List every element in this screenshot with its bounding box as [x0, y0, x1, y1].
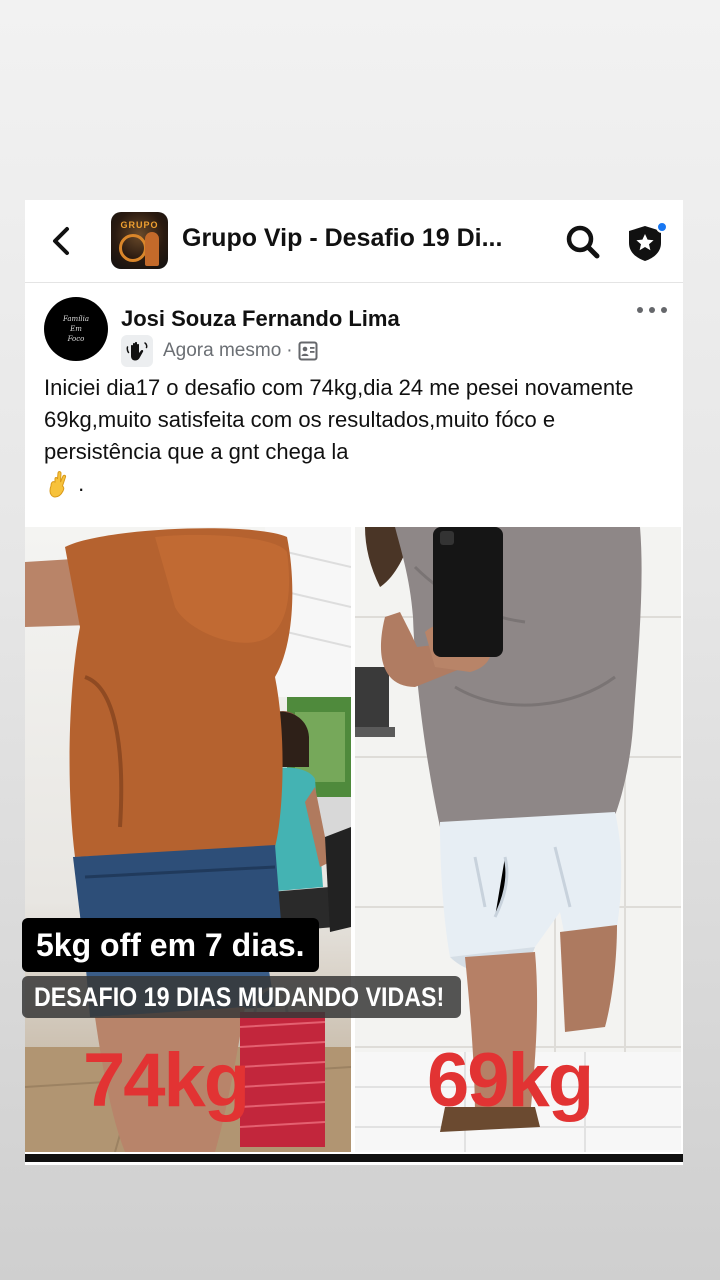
post-text-end: .	[78, 471, 85, 496]
more-horizontal-icon	[637, 307, 643, 313]
chevron-left-icon	[53, 227, 69, 255]
post-time[interactable]: Agora mesmo	[163, 340, 281, 362]
post-photo[interactable]: 74kg 69kg	[25, 527, 683, 1165]
admin-shield-button[interactable]	[625, 220, 669, 264]
post-body: Iniciei dia17 o desafio com 74kg,dia 24 …	[44, 372, 669, 500]
meta-separator: ·	[286, 340, 293, 361]
author-avatar-text-3: Foco	[67, 335, 85, 343]
post-header: Família Em Foco Josi Souza Fernando Lima…	[25, 282, 683, 372]
after-photo: 69kg	[355, 527, 681, 1152]
post-meta: Agora mesmo ·	[121, 335, 318, 367]
group-avatar[interactable]: GRUPO	[111, 212, 168, 269]
before-weight-label: 74kg	[83, 1038, 250, 1123]
after-weight-label: 69kg	[427, 1038, 594, 1123]
notification-dot	[656, 221, 668, 233]
group-avatar-figure	[145, 232, 159, 266]
author-name[interactable]: Josi Souza Fernando Lima	[121, 306, 400, 332]
group-header: GRUPO Grupo Vip - Desafio 19 Di...	[25, 200, 683, 283]
back-button[interactable]	[47, 224, 77, 258]
author-avatar-text-1: Família	[62, 315, 90, 323]
search-icon	[566, 225, 600, 259]
author-avatar-text-2: Em	[70, 325, 82, 333]
group-audience-icon	[298, 341, 318, 361]
group-avatar-text: GRUPO	[120, 220, 159, 230]
member-badge[interactable]	[121, 335, 153, 367]
before-photo: 74kg	[25, 527, 351, 1152]
story-caption-secondary: DESAFIO 19 DIAS MUDANDO VIDAS!	[22, 976, 461, 1018]
search-button[interactable]	[563, 222, 603, 262]
story-caption-secondary-text: DESAFIO 19 DIAS MUDANDO VIDAS!	[34, 981, 445, 1012]
waving-hand-icon	[126, 341, 148, 361]
author-avatar[interactable]: Família Em Foco	[44, 297, 108, 361]
post-card: GRUPO Grupo Vip - Desafio 19 Di... Famíl…	[25, 200, 683, 1165]
group-avatar-disc	[119, 234, 147, 262]
more-options-button[interactable]	[637, 302, 667, 318]
story-caption-primary: 5kg off em 7 dias.	[22, 918, 319, 972]
post-text: Iniciei dia17 o desafio com 74kg,dia 24 …	[44, 375, 634, 464]
photo-divider-bar	[25, 1154, 683, 1162]
group-title[interactable]: Grupo Vip - Desafio 19 Di...	[182, 224, 542, 253]
crossed-fingers-icon	[49, 471, 67, 498]
shield-star-icon	[629, 221, 668, 261]
